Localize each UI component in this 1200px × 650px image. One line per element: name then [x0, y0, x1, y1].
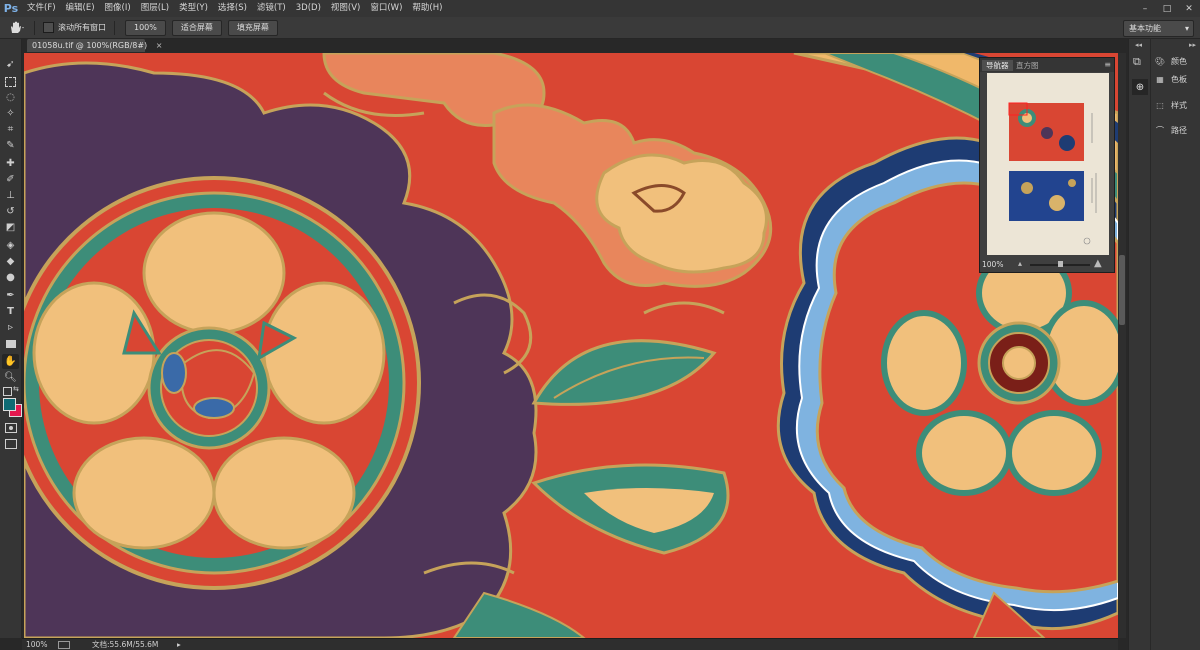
clone-stamp-tool-icon[interactable]: ⊥ [2, 188, 19, 203]
doc-size-info: 文档:55.6M/55.6M [92, 640, 159, 649]
type-tool-icon[interactable]: T [2, 304, 19, 319]
document-tab-strip [22, 39, 977, 52]
eraser-tool-icon[interactable]: ◩ [2, 220, 19, 235]
dock-label-paths: 路径 [1171, 125, 1187, 135]
zoom-in-icon[interactable]: ▲ [1094, 258, 1102, 269]
lasso-tool-icon[interactable]: ◌ [2, 90, 19, 105]
blur-tool-icon[interactable]: ◆ [2, 254, 19, 269]
screen-mode-icon[interactable] [2, 436, 19, 451]
maximize-button[interactable]: □ [1156, 0, 1178, 17]
dodge-tool-icon[interactable]: ● [2, 270, 19, 285]
menu-view[interactable]: 视图(V) [326, 0, 365, 17]
menu-3d[interactable]: 3D(D) [291, 0, 326, 17]
tab-navigator[interactable]: 导航器 [982, 60, 1013, 71]
dock-label-color: 颜色 [1171, 56, 1187, 66]
tools-panel: ➹ ◌ ✧ ⌗ ✎ ✚ ✐ ⊥ ↺ ◩ ◈ ◆ ● ✒ T ▹ ✋ 🔍︎ ⇆ [0, 39, 22, 638]
artwork-image [24, 53, 1118, 638]
quick-selection-tool-icon[interactable]: ✧ [2, 106, 19, 121]
paths-icon: ⌒ [1156, 125, 1164, 135]
palette-icon: 🎨︎ [1154, 56, 1166, 66]
scroll-all-windows-label: 滚动所有窗口 [58, 23, 106, 32]
window-controls: – □ ✕ [1134, 0, 1200, 17]
scrollbar-thumb[interactable] [1119, 255, 1125, 325]
dock-item-color[interactable]: 🎨︎ 颜色 [1153, 53, 1199, 69]
swap-colors-icon[interactable]: ⇆ [13, 385, 19, 393]
tab-close-icon[interactable]: × [156, 41, 163, 50]
menu-image[interactable]: 图像(I) [100, 0, 136, 17]
menu-help[interactable]: 帮助(H) [407, 0, 447, 17]
eyedropper-tool-icon[interactable]: ✎ [2, 138, 19, 153]
zoom-100-button[interactable]: 100% [125, 19, 166, 36]
rectangle-tool-icon[interactable] [2, 336, 19, 351]
history-panel-icon[interactable]: ⧉ [1133, 55, 1141, 69]
minimize-button[interactable]: – [1134, 0, 1156, 17]
vertical-scrollbar[interactable] [1118, 53, 1126, 638]
panel-collapse-icon[interactable]: ◂◂ [1135, 41, 1142, 49]
close-window-button[interactable]: ✕ [1178, 0, 1200, 17]
move-tool-icon[interactable]: ➹ [2, 57, 19, 72]
healing-brush-tool-icon[interactable]: ✚ [2, 156, 19, 171]
foreground-color-swatch[interactable] [3, 398, 16, 411]
menu-bar: Ps 文件(F) 编辑(E) 图像(I) 图层(L) 类型(Y) 选择(S) 滤… [0, 0, 1200, 17]
navigator-panel-icon[interactable]: ⊕ [1132, 79, 1148, 95]
document-canvas[interactable] [24, 53, 1118, 638]
workspace-label: 基本功能 [1129, 24, 1161, 33]
options-bar: 滚动所有窗口 100% 适合屏幕 填充屏幕 基本功能 ▾ [0, 17, 1200, 39]
navigator-zoom-row: 100% ▴ ▲ [980, 258, 1116, 272]
menu-layer[interactable]: 图层(L) [136, 0, 174, 17]
zoom-slider-thumb[interactable] [1058, 261, 1063, 267]
tab-histogram[interactable]: 直方图 [1012, 60, 1043, 71]
status-view-icon[interactable] [58, 641, 70, 649]
dock-item-swatches[interactable]: ▦ 色板 [1153, 71, 1199, 87]
menu-window[interactable]: 窗口(W) [365, 0, 407, 17]
zoom-tool-icon[interactable]: 🔍︎ [2, 370, 19, 385]
crop-tool-icon[interactable]: ⌗ [2, 122, 19, 137]
history-brush-tool-icon[interactable]: ↺ [2, 204, 19, 219]
menu-select[interactable]: 选择(S) [213, 0, 252, 17]
collapsed-panel-icons: ◂◂ ⧉ ⊕ [1128, 39, 1150, 650]
panel-menu-icon[interactable]: ≡ [1104, 60, 1111, 69]
navigator-thumbnail[interactable] [987, 73, 1109, 255]
quick-mask-icon[interactable] [2, 420, 19, 435]
hand-tool-icon[interactable]: ✋ [2, 354, 19, 369]
scroll-all-windows-checkbox[interactable] [43, 22, 54, 33]
workspace-select[interactable]: 基本功能 ▾ [1123, 20, 1194, 37]
menu-filter[interactable]: 滤镜(T) [252, 0, 291, 17]
path-selection-tool-icon[interactable]: ▹ [2, 320, 19, 335]
fx-icon: ⬚ [1156, 100, 1164, 110]
status-menu-arrow[interactable]: ▸ [177, 639, 181, 650]
fill-screen-button[interactable]: 填充屏幕 [227, 19, 278, 36]
pen-tool-icon[interactable]: ✒ [2, 288, 19, 303]
navigator-preview-image [987, 73, 1109, 255]
document-tab-title: 01058u.tif @ 100%(RGB/8#) [32, 41, 148, 50]
paint-bucket-tool-icon[interactable]: ◈ [2, 238, 19, 253]
default-colors-icon[interactable] [3, 387, 12, 396]
status-zoom[interactable]: 100% [26, 639, 47, 650]
menu-type[interactable]: 类型(Y) [174, 0, 213, 17]
fit-screen-button[interactable]: 适合屏幕 [171, 19, 222, 36]
menu-file[interactable]: 文件(F) [22, 0, 61, 17]
photoshop-logo: Ps [3, 2, 19, 15]
dock-label-styles: 样式 [1171, 100, 1187, 110]
document-tab[interactable]: 01058u.tif @ 100%(RGB/8#) × [27, 39, 162, 52]
brush-tool-icon[interactable]: ✐ [2, 172, 19, 187]
zoom-out-icon[interactable]: ▴ [1018, 259, 1022, 268]
navigator-zoom-value[interactable]: 100% [982, 260, 1003, 269]
dock-item-styles[interactable]: ⬚ 样式 [1153, 97, 1199, 113]
navigator-panel: 导航器 直方图 ≡ 100% ▴ ▲ [979, 57, 1115, 273]
status-bar: 100% 文档:55.6M/55.6M ▸ [22, 638, 1118, 650]
marquee-tool-icon[interactable] [2, 74, 19, 89]
panel-dock: ▸▸ 🎨︎ 颜色 ▦ 色板 ⬚ 样式 ⌒ 路径 [1151, 39, 1200, 650]
dock-item-paths[interactable]: ⌒ 路径 [1153, 122, 1199, 138]
dock-collapse-icon[interactable]: ▸▸ [1189, 41, 1196, 49]
hand-tool-preset-icon[interactable] [8, 21, 30, 35]
menu-edit[interactable]: 编辑(E) [61, 0, 100, 17]
grid-icon: ▦ [1156, 74, 1164, 84]
dock-label-swatches: 色板 [1171, 74, 1187, 84]
chevron-down-icon: ▾ [1184, 24, 1189, 33]
